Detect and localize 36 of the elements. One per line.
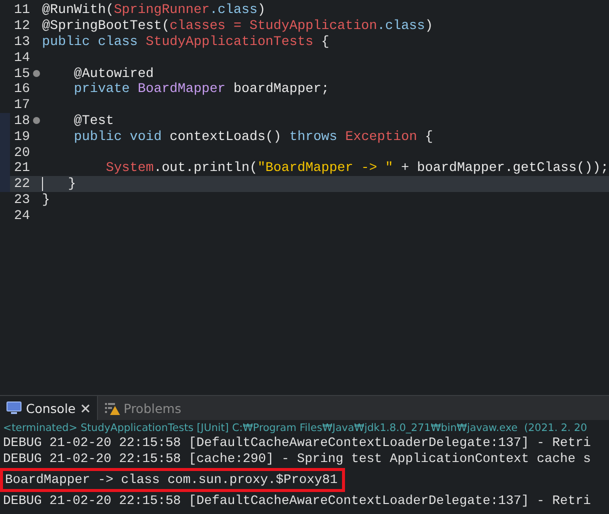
text-cursor (42, 176, 43, 191)
panel-tab[interactable]: Problems (98, 396, 188, 420)
close-icon[interactable] (80, 402, 91, 414)
fold-marker-icon[interactable] (32, 70, 40, 77)
line-number: 11 (13, 2, 30, 18)
console-line: DEBUG 21-02-20 22:15:58 [DefaultCacheAwareContextLoaderDelegate:137] - Retri (2, 435, 592, 451)
console-line: DEBUG 21-02-20 22:15:58 [cache:290] - Spring test ApplicationContext cache s (2, 451, 592, 467)
line-number: 19 (13, 128, 30, 144)
code-line: @Autowired (72, 66, 154, 81)
console-line: DEBUG 21-02-20 22:15:58 [DefaultCacheAwareContextLoaderDelegate:137] - Retri (2, 493, 592, 509)
warning-list-icon (104, 401, 120, 415)
line-number: 13 (13, 34, 30, 49)
monitor-icon (6, 401, 22, 415)
line-number: 23 (13, 192, 30, 207)
fold-marker-icon[interactable] (32, 116, 40, 124)
code-line: } (42, 192, 50, 207)
line-number: 12 (13, 18, 30, 34)
line-number: 21 (13, 160, 30, 176)
line-number: 18 (13, 112, 30, 128)
code-line: } (66, 176, 76, 192)
line-number: 17 (13, 97, 30, 112)
code-line: @Test (72, 112, 114, 128)
line-number: 20 (13, 144, 30, 160)
line-number: 16 (13, 81, 30, 96)
panel-tab[interactable]: Console (0, 396, 98, 420)
line-number: 24 (13, 208, 30, 223)
code-line: @RunWith(SpringRunner.class) (42, 2, 266, 18)
code-line: public void contextLoads() throws Exception { (72, 128, 434, 144)
line-number: 22 (13, 176, 30, 192)
line-number: 14 (13, 50, 30, 65)
line-number: 15 (13, 66, 30, 81)
code-line: private BoardMapper boardMapper; (72, 81, 330, 96)
code-line: @SpringBootTest(classes = StudyApplication.class) (42, 18, 434, 34)
console-status: <terminated> StudyApplicationTests [JUnit] C:₩Program Files₩Java₩jdk1.8.0_271₩bin₩javaw.exe (2021. 2. 20 (2, 421, 588, 435)
code-line: System.out.println("BoardMapper -> " + boardMapper.getClass()); (104, 160, 609, 176)
code-line: public class StudyApplicationTests { (42, 34, 330, 49)
